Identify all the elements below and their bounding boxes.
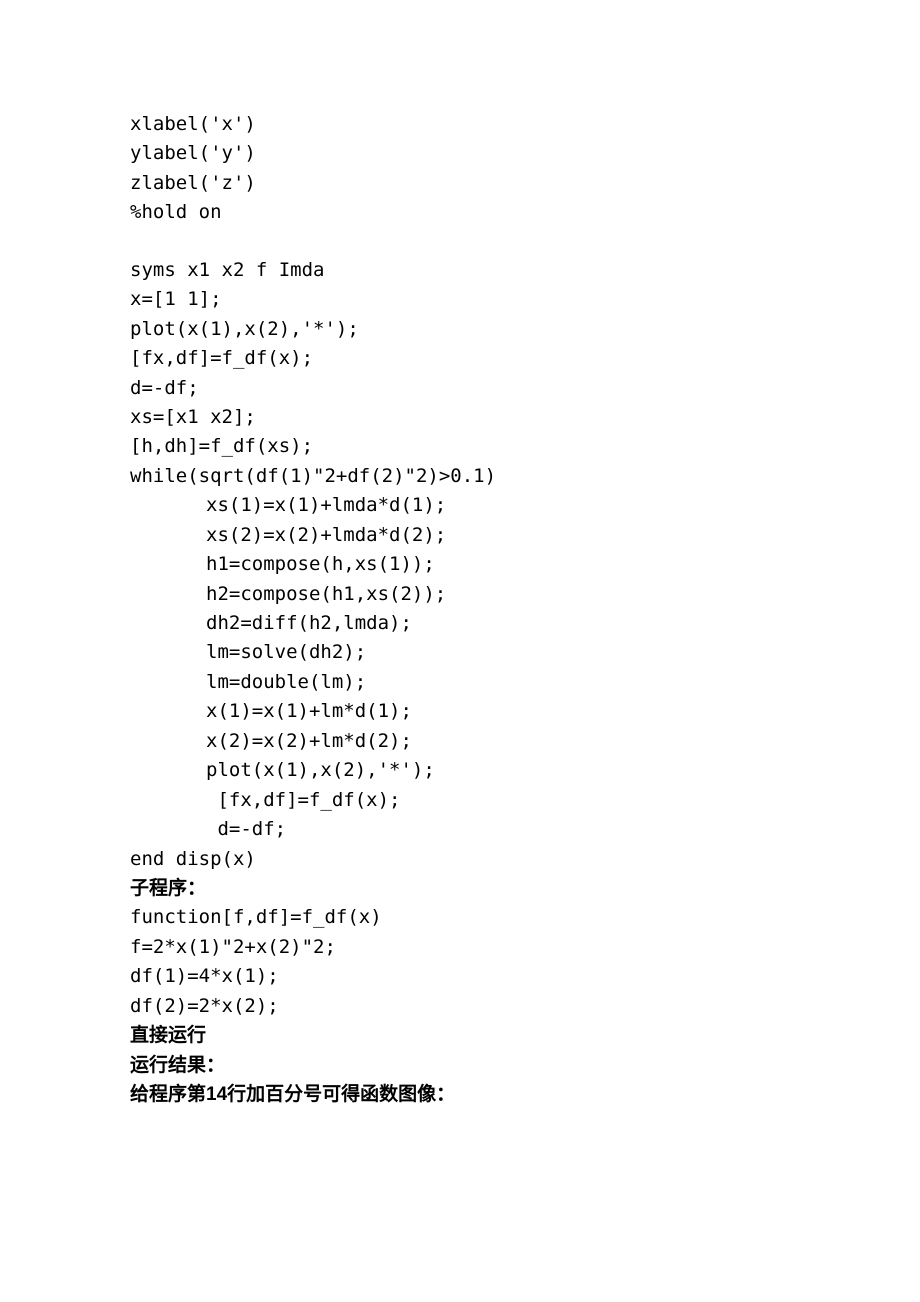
code-line: %hold on (130, 198, 790, 227)
code-line: syms x1 x2 f Imda (130, 256, 790, 285)
heading-subroutine: 子程序： (130, 874, 790, 903)
code-line: plot(x(1),x(2),'*'); (130, 315, 790, 344)
code-line: ylabel('y') (130, 139, 790, 168)
code-line: d=-df; (130, 374, 790, 403)
code-line: xs=[x1 x2]; (130, 403, 790, 432)
code-line: x=[1 1]; (130, 285, 790, 314)
code-line: zlabel('z') (130, 169, 790, 198)
code-line: df(2)=2*x(2); (130, 992, 790, 1021)
heading-note: 给程序第14行加百分号可得函数图像： (130, 1080, 790, 1109)
code-line: x(2)=x(2)+lm*d(2); (130, 727, 790, 756)
code-line: [fx,df]=f_df(x); (130, 786, 790, 815)
code-line: h2=compose(h1,xs(2)); (130, 580, 790, 609)
code-line: xlabel('x') (130, 110, 790, 139)
code-line: f=2*x(1)"2+x(2)"2; (130, 933, 790, 962)
code-line: dh2=diff(h2,lmda); (130, 609, 790, 638)
code-line: end disp(x) (130, 845, 790, 874)
heading-direct-run: 直接运行 (130, 1021, 790, 1050)
document-page: xlabel('x') ylabel('y') zlabel('z') %hol… (0, 0, 920, 1209)
code-line: plot(x(1),x(2),'*'); (130, 756, 790, 785)
code-line: [h,dh]=f_df(xs); (130, 432, 790, 461)
code-line: [fx,df]=f_df(x); (130, 344, 790, 373)
code-line: function[f,df]=f_df(x) (130, 903, 790, 932)
code-line: h1=compose(h,xs(1)); (130, 550, 790, 579)
code-line: d=-df; (130, 815, 790, 844)
blank-line (130, 228, 790, 256)
heading-run-result: 运行结果： (130, 1051, 790, 1080)
code-line: x(1)=x(1)+lm*d(1); (130, 697, 790, 726)
code-line: df(1)=4*x(1); (130, 962, 790, 991)
code-line: lm=double(lm); (130, 668, 790, 697)
code-line: xs(1)=x(1)+lmda*d(1); (130, 491, 790, 520)
code-line: while(sqrt(df(1)"2+df(2)"2)>0.1) (130, 462, 790, 491)
code-line: lm=solve(dh2); (130, 638, 790, 667)
code-line: xs(2)=x(2)+lmda*d(2); (130, 521, 790, 550)
